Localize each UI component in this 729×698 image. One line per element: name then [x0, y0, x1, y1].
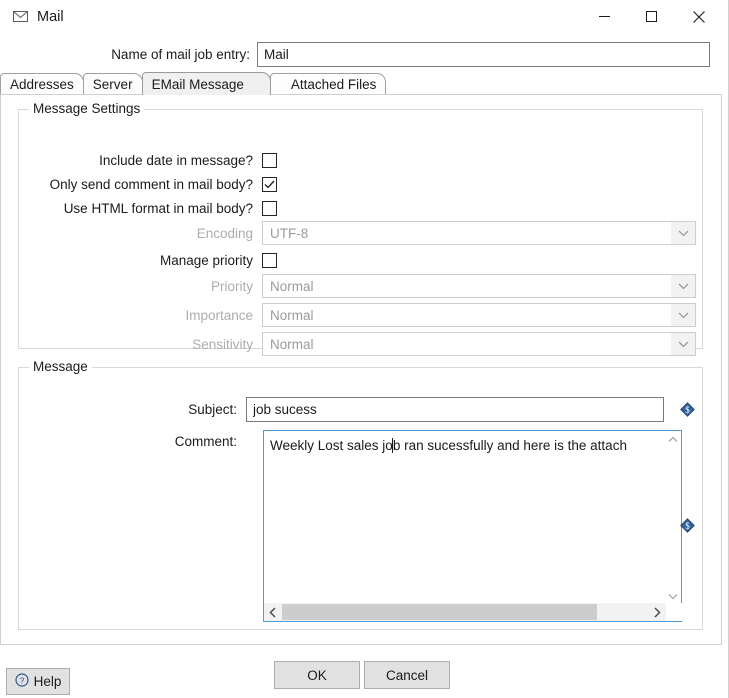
use-html-row: Use HTML format in mail body?: [19, 197, 279, 219]
only-comment-row: Only send comment in mail body?: [19, 173, 279, 195]
manage-priority-label: Manage priority: [159, 252, 253, 268]
comment-vertical-scrollbar[interactable]: [664, 431, 681, 605]
subject-row: Subject:: [1, 396, 671, 422]
subject-input[interactable]: [246, 396, 664, 422]
priority-row: Priority Normal: [19, 274, 697, 298]
sensitivity-select[interactable]: Normal: [262, 332, 696, 356]
window-controls: [581, 0, 722, 33]
ok-button-label: OK: [307, 667, 327, 683]
envelope-icon: [11, 8, 29, 26]
svg-text:?: ?: [19, 675, 24, 685]
comment-text-content: Weekly Lost sales job ran sucessfully an…: [270, 437, 654, 455]
sensitivity-label: Sensitivity: [192, 336, 253, 352]
question-circle-icon: ?: [15, 673, 29, 690]
sensitivity-row: Sensitivity Normal: [19, 332, 697, 356]
tab-server[interactable]: Server: [82, 73, 143, 95]
tab-addresses-label: Addresses: [10, 77, 74, 92]
chevron-down-icon: [671, 333, 695, 355]
message-title: Message: [29, 359, 92, 374]
priority-value: Normal: [270, 278, 314, 294]
use-html-label: Use HTML format in mail body?: [63, 200, 253, 216]
tab-strip: Addresses Server EMail Message Attached …: [0, 72, 722, 95]
minimize-button[interactable]: [581, 0, 628, 33]
priority-select[interactable]: Normal: [262, 274, 696, 298]
importance-select[interactable]: Normal: [262, 303, 696, 327]
include-date-checkbox[interactable]: [262, 152, 277, 168]
comment-text-before-caret: Weekly Lost sales jo: [270, 438, 393, 453]
only-comment-label: Only send comment in mail body?: [49, 176, 253, 192]
close-button[interactable]: [675, 0, 722, 33]
maximize-button[interactable]: [628, 0, 675, 33]
tab-attached-files-label: Attached Files: [290, 77, 377, 92]
tab-email-message-label: EMail Message: [151, 76, 244, 92]
sensitivity-value: Normal: [270, 336, 314, 352]
priority-label: Priority: [210, 278, 253, 294]
encoding-label: Encoding: [196, 225, 253, 241]
chevron-down-icon: [671, 304, 695, 326]
tab-addresses[interactable]: Addresses: [0, 73, 84, 95]
manage-priority-checkbox[interactable]: [262, 252, 277, 268]
encoding-row: Encoding UTF-8: [19, 221, 697, 245]
tab-attached-files[interactable]: Attached Files: [269, 73, 387, 95]
scroll-right-icon[interactable]: [648, 603, 666, 621]
mail-job-dialog: Mail Name of mail job entry: Addresses S…: [0, 0, 729, 698]
importance-row: Importance Normal: [19, 303, 697, 327]
message-settings-title: Message Settings: [29, 101, 145, 116]
horizontal-scroll-thumb[interactable]: [282, 604, 597, 620]
job-name-input[interactable]: [257, 41, 710, 67]
help-button[interactable]: ? Help: [6, 668, 70, 695]
importance-label: Importance: [185, 307, 253, 323]
ok-button[interactable]: OK: [274, 661, 360, 689]
encoding-select[interactable]: UTF-8: [262, 221, 696, 245]
comment-variable-diamond-icon[interactable]: $: [680, 518, 695, 533]
subject-label: Subject:: [188, 401, 237, 417]
help-button-label: Help: [33, 674, 62, 689]
include-date-label: Include date in message?: [99, 152, 253, 168]
scroll-up-icon[interactable]: [664, 431, 681, 448]
subject-variable-diamond-icon[interactable]: $: [680, 402, 695, 417]
encoding-value: UTF-8: [270, 225, 309, 241]
scroll-left-icon[interactable]: [264, 603, 282, 621]
window-title: Mail: [37, 8, 64, 25]
scroll-corner: [666, 603, 683, 621]
include-date-row: Include date in message?: [19, 149, 279, 171]
comment-text-after-caret: b ran sucessfully and here is the attach: [392, 438, 627, 453]
title-bar: Mail: [0, 0, 722, 33]
manage-priority-row: Manage priority: [19, 249, 279, 271]
chevron-down-icon: [671, 222, 695, 244]
comment-label: Comment:: [174, 433, 237, 449]
tab-server-label: Server: [92, 77, 133, 92]
comment-horizontal-scrollbar[interactable]: [264, 603, 683, 621]
job-name-row: Name of mail job entry:: [0, 41, 722, 67]
cancel-button-label: Cancel: [385, 667, 429, 683]
svg-text:$: $: [685, 405, 690, 415]
importance-value: Normal: [270, 307, 314, 323]
message-settings-group: Message Settings Include date in message…: [18, 101, 703, 356]
tab-email-message[interactable]: EMail Message: [141, 72, 271, 95]
comment-label-row: Comment:: [1, 430, 261, 452]
only-comment-checkbox[interactable]: [262, 176, 277, 192]
chevron-down-icon: [671, 275, 695, 297]
svg-text:$: $: [685, 521, 690, 531]
comment-textarea[interactable]: Weekly Lost sales job ran sucessfully an…: [263, 430, 683, 622]
cancel-button[interactable]: Cancel: [364, 661, 450, 689]
use-html-checkbox[interactable]: [262, 200, 277, 216]
job-name-label: Name of mail job entry:: [111, 46, 250, 62]
